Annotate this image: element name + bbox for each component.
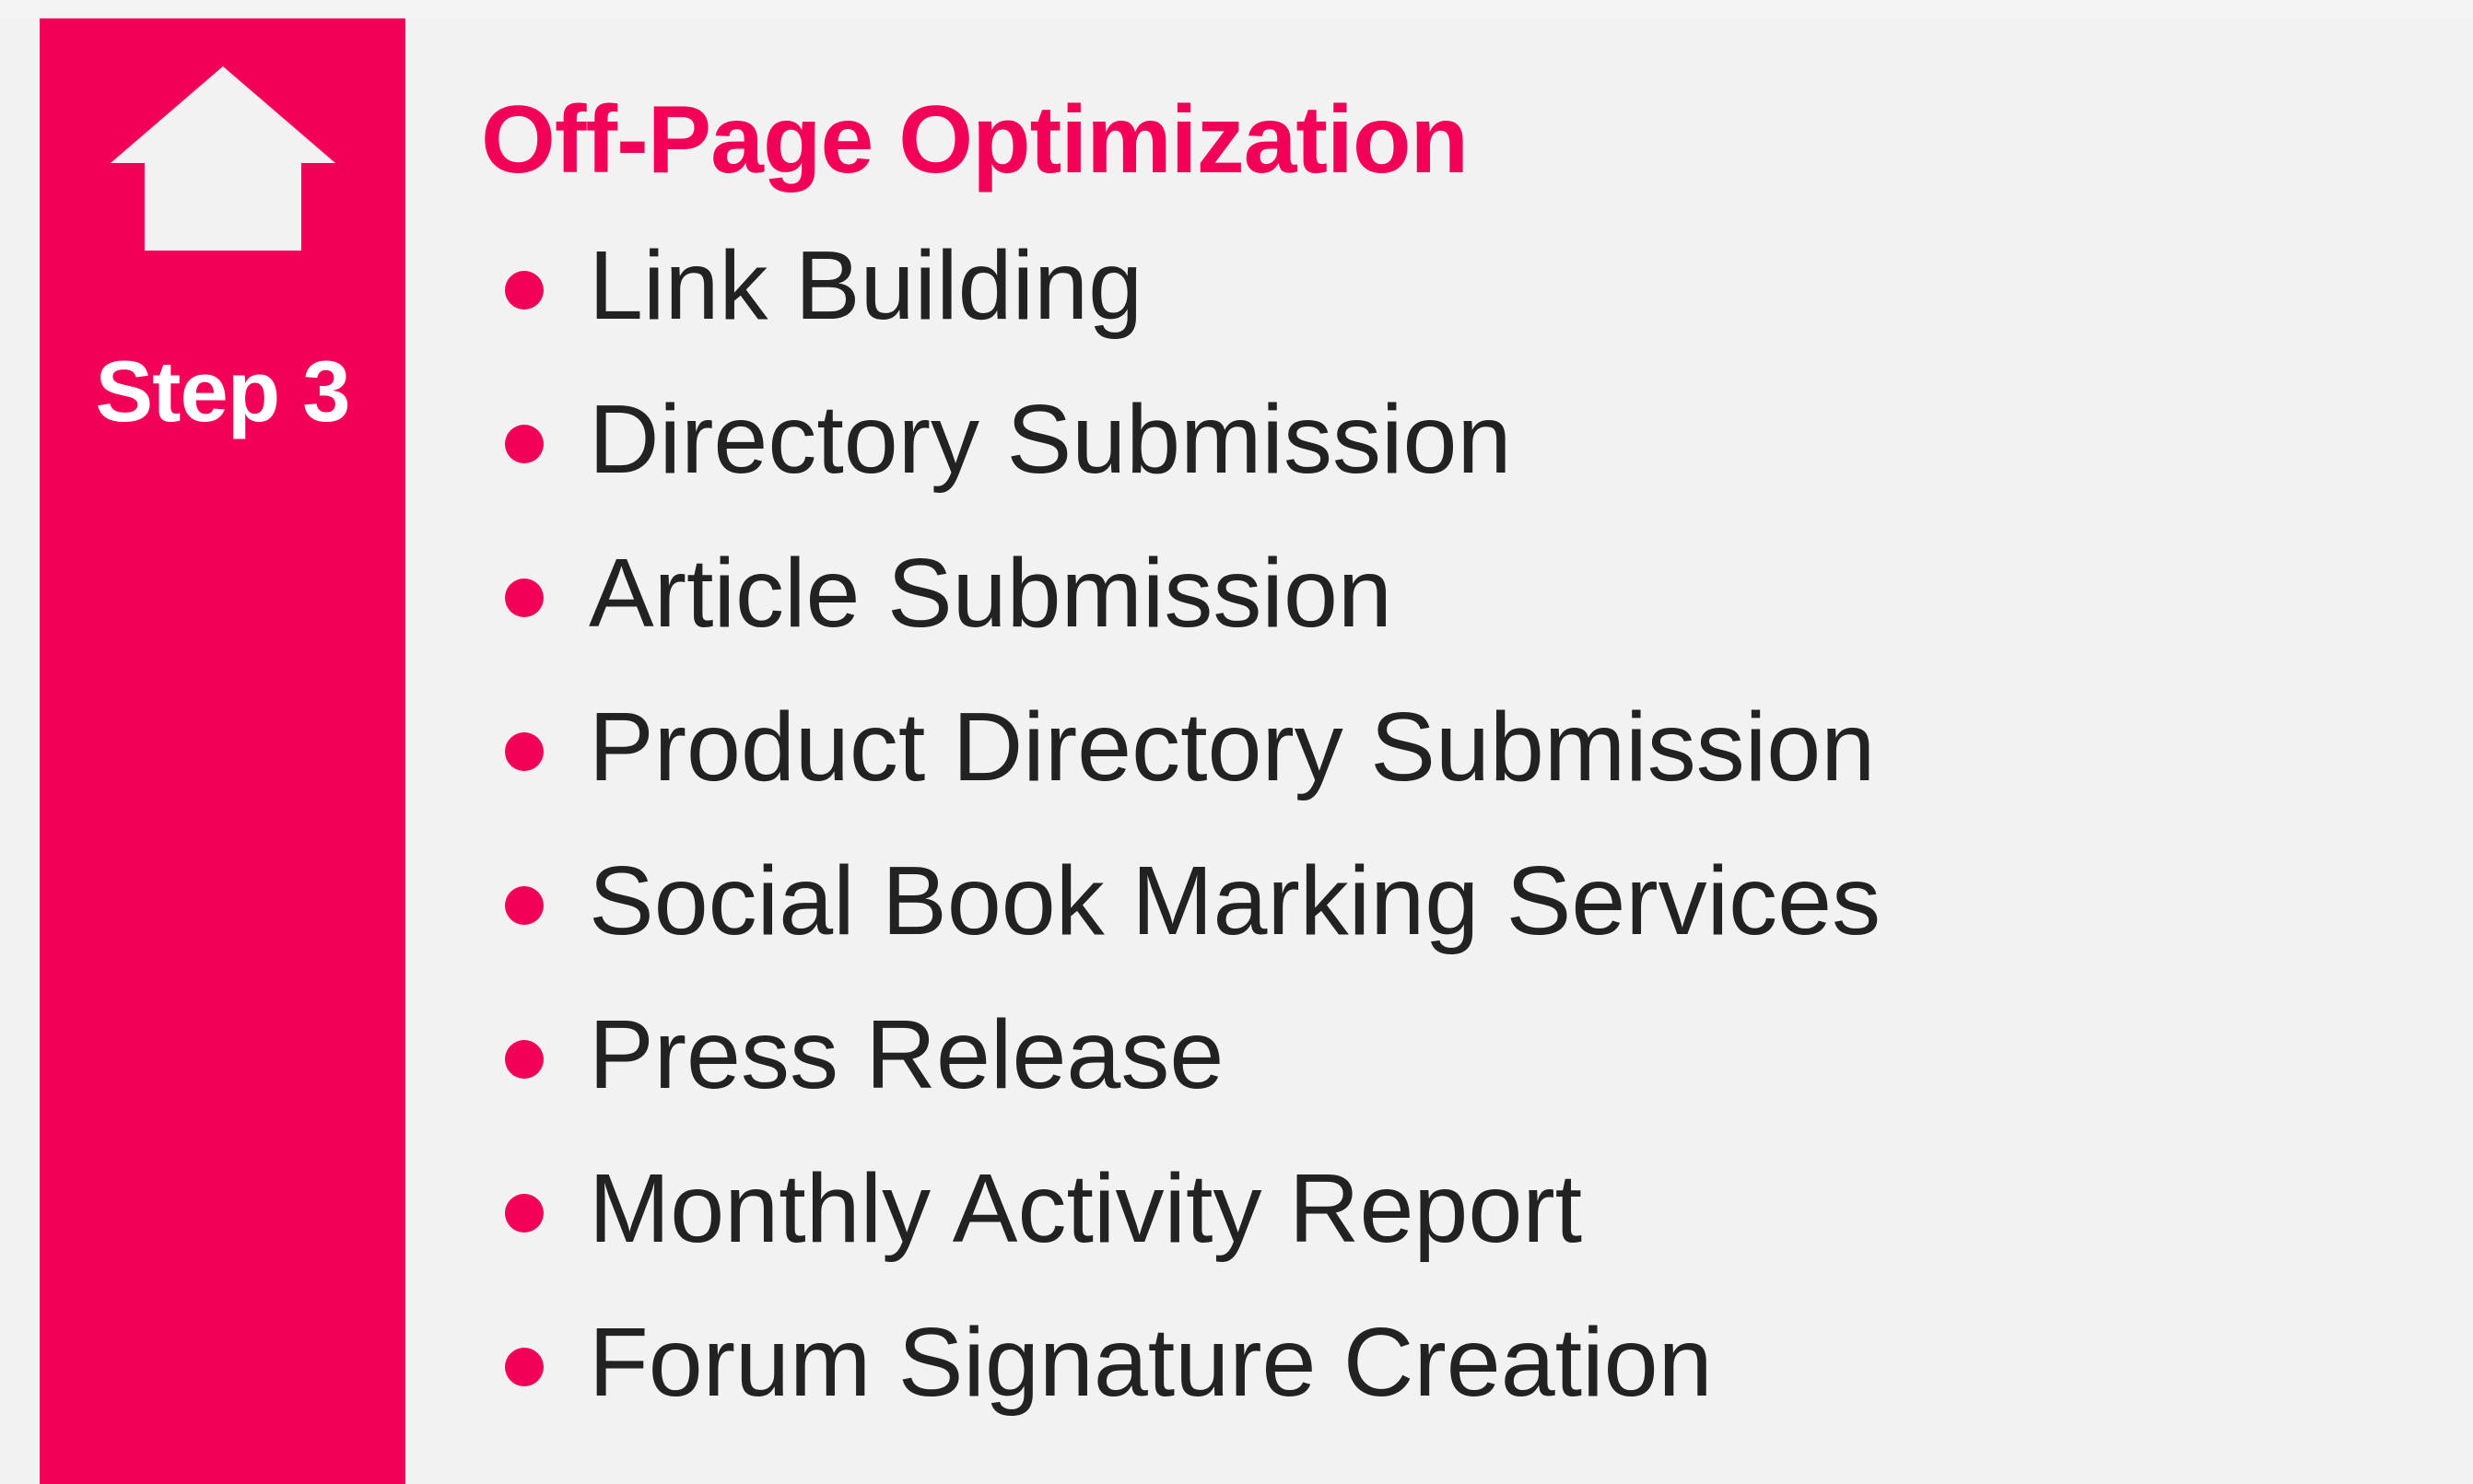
section-content: Off-Page Optimization Link Building Dire… xyxy=(481,79,2397,1452)
list-item-label: Link Building xyxy=(589,231,1143,340)
list-item: Product Directory Submission xyxy=(481,683,2397,836)
list-item-label: Article Submission xyxy=(589,539,1392,648)
list-item: Link Building xyxy=(481,221,2397,375)
list-item: Forum Signature Creation xyxy=(481,1298,2397,1452)
list-item: Monthly Activity Report xyxy=(481,1144,2397,1298)
list-item-label: Press Release xyxy=(589,1000,1225,1109)
list-item: Directory Submission xyxy=(481,375,2397,529)
section-title: Off-Page Optimization xyxy=(481,87,1469,193)
list-item: Article Submission xyxy=(481,529,2397,683)
list-item-label: Forum Signature Creation xyxy=(589,1308,1713,1417)
list-item: Social Book Marking Services xyxy=(481,836,2397,990)
bullet-icon xyxy=(505,1040,544,1079)
list-item-label: Social Book Marking Services xyxy=(589,847,1881,955)
bullet-icon xyxy=(505,578,544,617)
bullet-icon xyxy=(505,271,544,310)
list-item-label: Monthly Activity Report xyxy=(589,1154,1583,1263)
bullet-icon xyxy=(505,732,544,771)
bullet-icon xyxy=(505,1194,544,1233)
bullet-icon xyxy=(505,886,544,925)
list-item-label: Product Directory Submission xyxy=(589,693,1876,801)
home-icon xyxy=(111,66,335,251)
list-item: Press Release xyxy=(481,990,2397,1144)
list-item-label: Directory Submission xyxy=(589,385,1512,494)
service-list: Link Building Directory Submission Artic… xyxy=(481,221,2397,1452)
step-label: Step 3 xyxy=(95,343,350,439)
bullet-icon xyxy=(505,425,544,463)
bullet-icon xyxy=(505,1348,544,1386)
